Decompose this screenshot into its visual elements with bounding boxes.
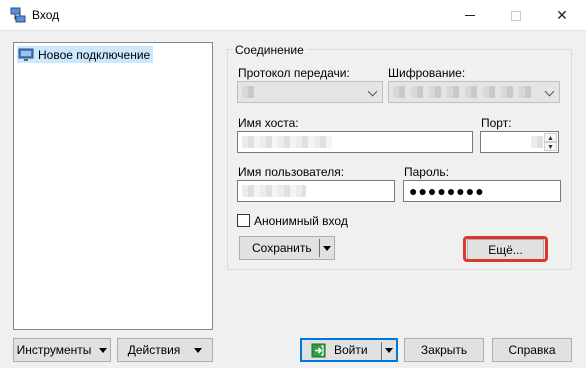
spin-up-icon[interactable]: ▲	[544, 133, 557, 142]
sites-tree[interactable]: Новое подключение	[13, 42, 213, 330]
site-item-new-connection[interactable]: Новое подключение	[17, 46, 154, 63]
site-item-label: Новое подключение	[38, 47, 151, 62]
close-button[interactable]: Закрыть	[404, 338, 484, 362]
login-label: Войти	[334, 343, 368, 357]
actions-label: Действия	[127, 343, 181, 357]
encryption-label: Шифрование:	[388, 66, 466, 80]
username-value-redacted	[242, 185, 306, 197]
highlight-box	[463, 236, 548, 262]
protocol-label: Протокол передачи:	[238, 66, 350, 80]
split-divider	[381, 342, 382, 360]
split-divider	[319, 239, 320, 257]
login-icon	[311, 343, 326, 358]
chevron-down-icon	[544, 86, 555, 97]
port-spinner[interactable]: ▲ ▼	[544, 133, 557, 151]
maximize-button[interactable]	[493, 0, 539, 31]
app-icon	[10, 7, 26, 23]
tools-button[interactable]: Инструменты	[13, 338, 111, 362]
caret-down-icon[interactable]	[323, 246, 331, 251]
window-title: Вход	[32, 8, 60, 22]
password-value: ●●●●●●●●	[409, 183, 485, 199]
close-label: Закрыть	[420, 343, 468, 357]
close-window-button[interactable]: ✕	[539, 0, 585, 31]
password-label: Пароль:	[404, 165, 449, 179]
spin-down-icon[interactable]: ▼	[544, 142, 557, 151]
anonymous-label: Анонимный вход	[254, 214, 348, 228]
maximize-icon	[511, 10, 521, 21]
minimize-button[interactable]	[447, 0, 493, 31]
port-value-redacted	[531, 136, 543, 148]
username-label: Имя пользователя:	[238, 165, 345, 179]
login-button[interactable]: Войти	[300, 338, 398, 362]
help-button[interactable]: Справка	[492, 338, 572, 362]
host-label: Имя хоста:	[238, 116, 299, 130]
title-bar: Вход ✕	[0, 0, 586, 31]
protocol-select[interactable]	[237, 81, 383, 103]
chevron-down-icon	[367, 86, 378, 97]
connection-group-title: Соединение	[233, 43, 306, 57]
monitor-icon	[18, 48, 34, 61]
caret-down-icon[interactable]	[385, 348, 393, 353]
username-input[interactable]	[237, 180, 395, 202]
encryption-value-redacted	[393, 86, 533, 98]
port-label: Порт:	[481, 116, 512, 130]
close-icon: ✕	[556, 7, 568, 23]
save-label: Сохранить	[252, 241, 312, 255]
host-input[interactable]	[237, 131, 473, 153]
help-label: Справка	[508, 343, 556, 357]
minimize-icon	[465, 15, 475, 16]
protocol-value-redacted	[242, 86, 258, 98]
password-input[interactable]: ●●●●●●●●	[403, 180, 561, 202]
save-button[interactable]: Сохранить	[239, 236, 335, 260]
anonymous-checkbox[interactable]	[237, 214, 250, 227]
caret-down-icon	[194, 347, 203, 353]
host-value-redacted	[242, 136, 332, 148]
port-input[interactable]: ▲ ▼	[480, 131, 559, 153]
actions-button[interactable]: Действия	[117, 338, 213, 362]
caret-down-icon	[99, 347, 108, 353]
encryption-select[interactable]	[388, 81, 560, 103]
tools-label: Инструменты	[16, 343, 92, 357]
